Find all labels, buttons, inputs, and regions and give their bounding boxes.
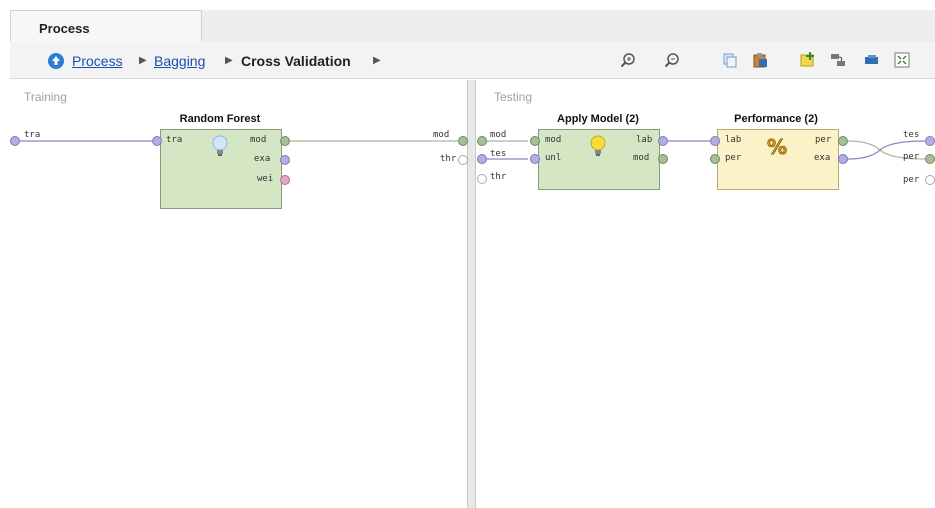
training-input-port-tra[interactable] [10,136,20,146]
performance-out-label-exa: exa [814,153,831,163]
random-forest-out-port-wei[interactable] [280,175,290,185]
performance-out-port-per[interactable] [838,136,848,146]
performance-out-port-exa[interactable] [838,154,848,164]
testing-input-port-thr[interactable] [477,174,487,184]
testing-input-label-mod: mod [490,130,507,140]
apply-model-out-label-lab: lab [636,135,653,145]
training-output-label: mod [433,130,450,140]
testing-input-port-tes[interactable] [477,154,487,164]
random-forest-out-port-exa[interactable] [280,155,290,165]
random-forest-title: Random Forest [179,113,261,125]
performance-out-label-per: per [815,135,832,145]
testing-output-label-per-2: per [903,175,920,185]
apply-model-in-port-mod[interactable] [530,136,540,146]
performance-in-port-per[interactable] [710,154,720,164]
random-forest-out-port-mod[interactable] [280,136,290,146]
testing-output-port-tes[interactable] [925,136,935,146]
apply-model-out-label-mod: mod [633,153,650,163]
random-forest-in-port-tra[interactable] [152,136,162,146]
testing-output-label-per: per [903,152,920,162]
apply-model-in-label-unl: unl [545,153,562,163]
training-input-label: tra [24,130,41,140]
performance-in-label-per: per [725,153,742,163]
training-threshold-label: thr [440,154,457,164]
testing-input-port-mod[interactable] [477,136,487,146]
performance-in-port-lab[interactable] [710,136,720,146]
lightbulb-icon [587,133,609,161]
testing-output-port-per-2[interactable] [925,175,935,185]
apply-model-in-label-mod: mod [545,135,562,145]
performance-in-label-lab: lab [725,135,742,145]
testing-input-label-thr: thr [490,172,507,182]
testing-input-label-tes: tes [490,149,507,159]
random-forest-out-label-exa: exa [254,154,271,164]
apply-model-title: Apply Model (2) [557,113,639,125]
apply-model-out-port-mod[interactable] [658,154,668,164]
apply-model-out-port-lab[interactable] [658,136,668,146]
training-output-port-mod[interactable] [458,136,468,146]
lightbulb-icon [209,133,231,161]
svg-text:%: % [767,135,787,159]
random-forest-out-label-mod: mod [250,135,267,145]
performance-title: Performance (2) [734,113,818,125]
testing-output-label-tes: tes [903,130,920,140]
random-forest-out-label-wei: wei [257,174,274,184]
apply-model-in-port-unl[interactable] [530,154,540,164]
random-forest-in-label: tra [166,135,183,145]
connection-wires [16,140,926,160]
training-threshold-port[interactable] [458,155,468,165]
percent-icon: % [766,135,790,160]
testing-output-port-per[interactable] [925,154,935,164]
